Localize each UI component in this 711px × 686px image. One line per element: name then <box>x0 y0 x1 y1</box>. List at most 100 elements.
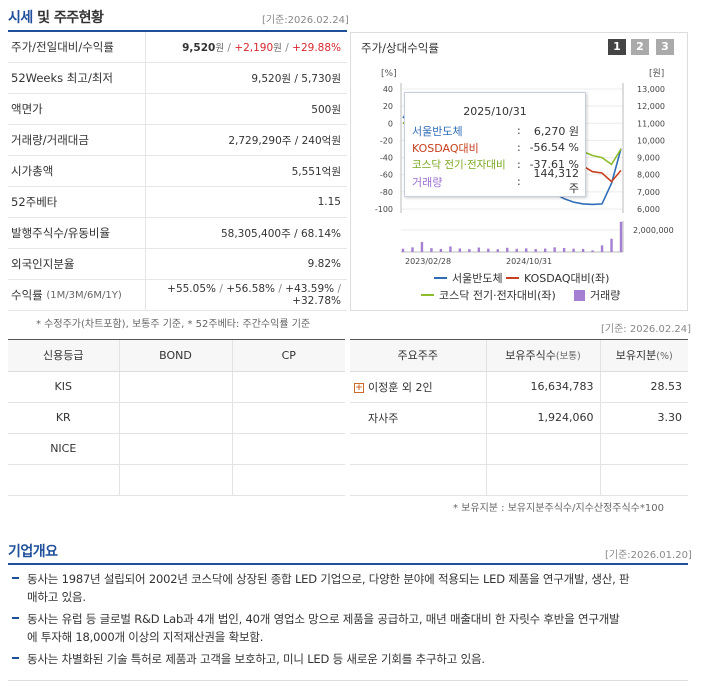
price-row-volume: 거래량/거래대금 2,729,290주 / 240억원 <box>8 125 347 156</box>
legend-label: 코스닥 전기·전자대비(좌) <box>439 289 556 302</box>
right-tick-label: 8,000 <box>637 171 660 180</box>
chart-period-button-3[interactable]: 3 <box>656 39 674 55</box>
tooltip-label: 코스닥 전기·전자대비 <box>412 159 506 171</box>
volume-bar <box>581 248 585 252</box>
volume-bar <box>401 248 405 252</box>
price-footnote: * 수정주가(차트포함), 보통주 기준, * 52주베타: 주간수익률 기준 <box>36 319 311 330</box>
cp-cell <box>232 464 345 496</box>
col-header-ratio: 보유지분(%) <box>600 340 688 372</box>
item-line: 매하고 있음. <box>27 590 86 604</box>
left-tick-label: -40 <box>380 154 393 163</box>
chart-panel: 주가/상대수익률 1 2 3 [%] [원] 40 20 0 -20 -40 -60 -80 -1… <box>350 32 688 311</box>
price-row-market-cap: 시가총액 5,551억원 <box>8 156 347 187</box>
right-tick-label: 9,000 <box>637 154 660 163</box>
x-tick-label: 2024/10/31 <box>506 257 552 266</box>
overview-base-date: [기준:2026.01.20] <box>605 550 692 561</box>
price-row-current: 주가/전일대비/수익률 9,520원 / +2,190원 / +29.88% <box>8 32 347 63</box>
price-base-date: [기준:2026.02.24] <box>262 15 349 26</box>
tooltip-row-kosdaq: KOSDAQ대비 : -56.54 % <box>405 139 585 156</box>
volume-bar <box>496 249 499 252</box>
tooltip-value: -56.54 % <box>529 141 579 154</box>
volume-bar <box>411 247 414 252</box>
price-row-foreign: 외국인지분율 9.82% <box>8 249 347 280</box>
item-line: 에 투자해 18,000개 이상의 지적재산권을 확보함. <box>27 630 264 644</box>
expand-plus-icon[interactable]: + <box>354 382 364 393</box>
row-label: 수익률 (1M/3M/6M/1Y) <box>8 280 146 310</box>
col-header-bond: BOND <box>119 340 233 372</box>
row-value: 5,551억원 <box>291 165 341 178</box>
legend-item-volume[interactable]: 거래량 <box>574 287 620 303</box>
title-rest: 및 주주현황 <box>32 10 104 26</box>
holder-name-cell[interactable]: + 이정훈 외 2인 <box>350 371 487 403</box>
return-1y: +32.78% <box>292 295 341 307</box>
row-label: 액면가 <box>8 94 146 124</box>
return-3m: +56.58% <box>226 283 276 295</box>
chart-tooltip: 2025/10/31 서울반도체 : 6,270 원 KOSDAQ대비 : -5… <box>404 92 586 197</box>
volume-bar <box>430 248 433 252</box>
ratio-header-sub: (%) <box>656 351 673 363</box>
holder-table-wrap: 주요주주 보유주식수(보통) 보유지분(%) + 이정훈 외 2인 16,634,… <box>350 339 688 496</box>
right-tick-label: 6,000 <box>637 205 660 214</box>
chart-period-button-2[interactable]: 2 <box>631 39 649 55</box>
right-axis-unit: [원] <box>649 68 664 79</box>
legend-item-kosdaq[interactable]: KOSDAQ대비(좌) <box>506 270 609 286</box>
price-rate: +29.88% <box>292 42 341 54</box>
volume-bar <box>439 248 443 252</box>
tooltip-sep: : <box>517 175 521 188</box>
row-value: 500원 <box>311 103 341 116</box>
left-axis-unit: [%] <box>381 69 397 79</box>
col-header-holder: 주요주주 <box>350 340 487 372</box>
table-row <box>350 464 688 496</box>
item-text: 동사는 1987년 설립되어 2002년 코스닥에 상장된 종합 LED 기업으… <box>27 570 630 606</box>
shares-header-label: 보유주식수 <box>505 349 556 363</box>
volume-bar <box>449 246 452 252</box>
price-row-face-value: 액면가 500원 <box>8 94 347 125</box>
item-text: 동사는 유럽 등 글로벌 R&D Lab과 4개 법인, 40개 영업소 망으로… <box>27 610 620 646</box>
title-highlight: 시세 <box>8 10 33 26</box>
left-tick-label: -20 <box>380 136 393 145</box>
legend-box-icon <box>574 289 585 301</box>
right-tick-label: 7,000 <box>637 188 660 197</box>
volume-bar <box>506 247 509 252</box>
legend-item-sector[interactable]: 코스닥 전기·전자대비(좌) <box>421 287 556 303</box>
legend-line-icon <box>434 277 447 279</box>
volume-bar <box>525 248 528 252</box>
legend-label: 서울반도체 <box>452 272 503 285</box>
separator: / <box>285 42 289 54</box>
tooltip-row-volume: 거래량 : 144,312 주 <box>405 167 585 195</box>
legend-line-icon <box>421 294 434 296</box>
tooltip-label: KOSDAQ대비 <box>412 141 479 155</box>
return-6m: +43.59% <box>285 283 335 295</box>
price-row-shares: 발행주식수/유동비율 58,305,400주 / 68.14% <box>8 218 347 249</box>
chart-period-button-1[interactable]: 1 <box>608 39 626 55</box>
volume-bar <box>477 247 481 252</box>
separator: / <box>227 42 231 54</box>
row-label: 52Weeks 최고/최저 <box>8 63 146 93</box>
price-row-beta: 52주베타 1.15 <box>8 187 347 218</box>
volume-bar <box>610 238 613 252</box>
row-value: 2,729,290주 / 240억원 <box>228 134 341 147</box>
legend-label: 거래량 <box>590 289 621 302</box>
list-item: 동사는 1987년 설립되어 2002년 코스닥에 상장된 종합 LED 기업으… <box>12 570 687 606</box>
volume-bar <box>534 249 537 252</box>
price-unit: 원 <box>215 43 225 54</box>
volume-bar <box>458 248 462 252</box>
item-line: 동사는 1987년 설립되어 2002년 코스닥에 상장된 종합 LED 기업으… <box>27 572 630 586</box>
section-title-price: 시세 및 주주현황 <box>8 7 104 27</box>
volume-bar <box>572 248 575 252</box>
credit-table-wrap: 신용등급 BOND CP KIS KR NICE <box>8 339 345 496</box>
table-row <box>8 464 345 496</box>
ratio-cell: 28.53 <box>600 371 688 403</box>
row-value: +55.05% / +56.58% / +43.59% / +32.78% <box>167 283 341 307</box>
tooltip-date: 2025/10/31 <box>463 105 527 118</box>
bullet-icon <box>12 577 19 579</box>
tooltip-label: 거래량 <box>412 175 443 189</box>
overview-header-rule <box>8 563 688 565</box>
legend-item-stock[interactable]: 서울반도체 <box>434 270 503 286</box>
volume-bar <box>487 248 490 252</box>
table-row: KIS <box>8 371 345 403</box>
return-1m: +55.05% <box>167 283 216 295</box>
col-header-rating: 신용등급 <box>8 340 120 372</box>
row-value: 1.15 <box>317 196 341 208</box>
tooltip-row-stock: 서울반도체 : 6,270 원 <box>405 122 585 139</box>
